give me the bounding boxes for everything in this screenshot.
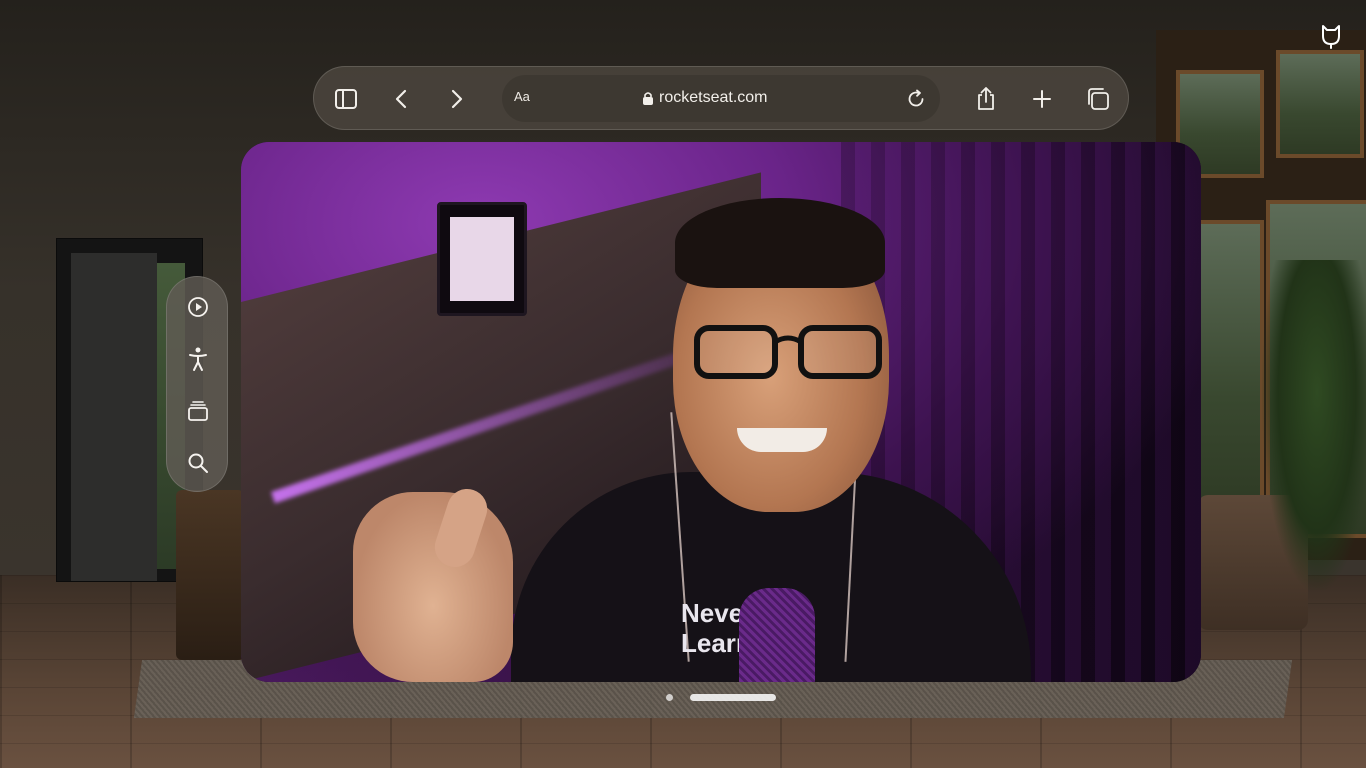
share-icon <box>978 87 994 110</box>
video-person-smile <box>737 428 827 452</box>
search-icon <box>188 453 208 473</box>
lock-icon <box>643 91 653 105</box>
share-button[interactable] <box>970 83 1002 115</box>
side-ornament <box>166 276 228 492</box>
browser-toolbar: Aa rocketseat.com <box>313 66 1129 130</box>
url-display[interactable]: rocketseat.com <box>642 87 802 109</box>
accessibility-button[interactable] <box>183 344 213 374</box>
door-panel <box>71 253 157 581</box>
window-pane <box>1276 50 1364 158</box>
back-button[interactable] <box>385 83 417 115</box>
search-button[interactable] <box>183 448 213 478</box>
cat-icon[interactable] <box>1316 20 1346 50</box>
video-microphone <box>739 588 815 682</box>
sidebar-icon <box>335 89 357 109</box>
stack-icon <box>188 401 208 421</box>
chevron-left-icon <box>395 89 407 109</box>
stack-button[interactable] <box>183 396 213 426</box>
page-indicator-dot[interactable] <box>666 694 673 701</box>
video-wall-frame <box>437 202 527 316</box>
cat-icon-svg <box>1322 25 1340 49</box>
video-frame-art <box>450 217 514 301</box>
sidebar-button[interactable] <box>330 83 362 115</box>
reload-icon <box>908 89 924 107</box>
url-text: rocketseat.com <box>659 89 768 106</box>
video-person-hair <box>675 198 885 288</box>
room-chair <box>176 490 244 660</box>
plus-icon <box>1033 90 1051 108</box>
address-bar[interactable]: Aa rocketseat.com <box>502 75 940 122</box>
tabs-overview-button[interactable] <box>1082 83 1114 115</box>
vision-os-scene: Neve Learn Aa rocketseat.com <box>0 0 1366 768</box>
forward-button[interactable] <box>441 83 473 115</box>
window-pane <box>1196 220 1264 518</box>
reload-button[interactable] <box>904 87 928 111</box>
video-person-glasses <box>694 325 882 379</box>
room-plant <box>1262 260 1366 590</box>
play-icon <box>188 297 208 317</box>
new-tab-button[interactable] <box>1026 83 1058 115</box>
reader-options-button[interactable]: Aa <box>514 89 530 104</box>
accessibility-icon <box>189 347 207 371</box>
play-button[interactable] <box>183 292 213 322</box>
video-person-hand <box>353 492 513 682</box>
chevron-right-icon <box>451 89 463 109</box>
window-grabber-bar[interactable] <box>690 694 776 701</box>
video-window[interactable]: Neve Learn <box>241 142 1201 682</box>
tabs-icon <box>1088 88 1109 110</box>
